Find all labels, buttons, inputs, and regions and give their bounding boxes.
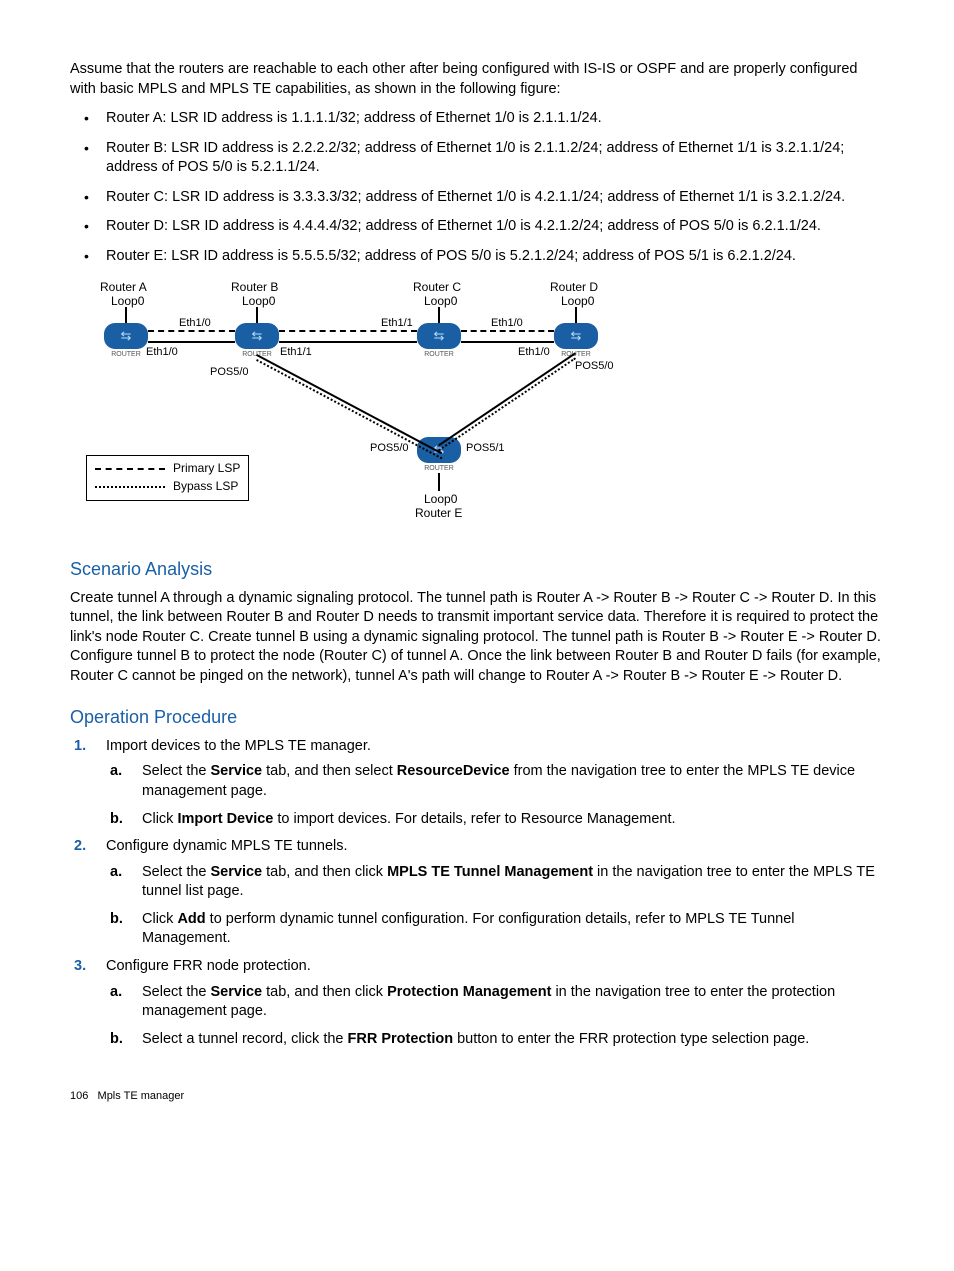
scenario-text: Create tunnel A through a dynamic signal…: [70, 589, 884, 687]
step-item: Configure FRR node protection. Select th…: [70, 957, 884, 1049]
substep-item: Select the Service tab, and then click M…: [106, 863, 884, 902]
substep-item: Click Add to perform dynamic tunnel conf…: [106, 910, 884, 949]
label-loop0: Loop0: [561, 293, 594, 309]
label-eth10: Eth1/0: [146, 345, 178, 360]
page-footer: 106 Mpls TE manager: [70, 1089, 884, 1104]
label-eth11: Eth1/1: [280, 345, 312, 360]
network-diagram: Router A Loop0 Router B Loop0 Router C L…: [78, 279, 618, 539]
label-pos50: POS5/0: [210, 365, 249, 380]
operation-steps: Import devices to the MPLS TE manager. S…: [70, 737, 884, 1049]
substep-item: Click Import Device to import devices. F…: [106, 810, 884, 830]
substep-item: Select a tunnel record, click the FRR Pr…: [106, 1030, 884, 1050]
label-loop0: Loop0: [424, 293, 457, 309]
list-item: Router E: LSR ID address is 5.5.5.5/32; …: [70, 247, 884, 267]
list-item: Router D: LSR ID address is 4.4.4.4/32; …: [70, 217, 884, 237]
label-pos51: POS5/1: [466, 441, 505, 456]
label-eth11: Eth1/1: [381, 316, 413, 331]
intro-paragraph: Assume that the routers are reachable to…: [70, 60, 884, 99]
step-item: Configure dynamic MPLS TE tunnels. Selec…: [70, 837, 884, 949]
substep-item: Select the Service tab, and then click P…: [106, 983, 884, 1022]
router-icon: ROUTER: [235, 323, 279, 357]
router-list: Router A: LSR ID address is 1.1.1.1/32; …: [70, 109, 884, 266]
label-eth10: Eth1/0: [179, 316, 211, 331]
router-icon: ROUTER: [554, 323, 598, 357]
list-item: Router C: LSR ID address is 3.3.3.3/32; …: [70, 188, 884, 208]
step-item: Import devices to the MPLS TE manager. S…: [70, 737, 884, 829]
scenario-heading: Scenario Analysis: [70, 557, 884, 581]
list-item: Router B: LSR ID address is 2.2.2.2/32; …: [70, 139, 884, 178]
label-loop0: Loop0: [111, 293, 144, 309]
router-icon: ROUTER: [104, 323, 148, 357]
substep-item: Select the Service tab, and then select …: [106, 762, 884, 801]
router-icon: ROUTER: [417, 323, 461, 357]
label-loop0: Loop0: [242, 293, 275, 309]
legend-box: Primary LSP Bypass LSP: [86, 455, 249, 501]
label-eth10: Eth1/0: [518, 345, 550, 360]
legend-bypass: Bypass LSP: [173, 478, 238, 494]
label-router-e: Router E: [415, 505, 462, 521]
label-pos50: POS5/0: [575, 359, 614, 374]
label-pos50: POS5/0: [370, 441, 409, 456]
list-item: Router A: LSR ID address is 1.1.1.1/32; …: [70, 109, 884, 129]
label-eth10: Eth1/0: [491, 316, 523, 331]
legend-primary: Primary LSP: [173, 460, 240, 476]
operation-heading: Operation Procedure: [70, 705, 884, 729]
